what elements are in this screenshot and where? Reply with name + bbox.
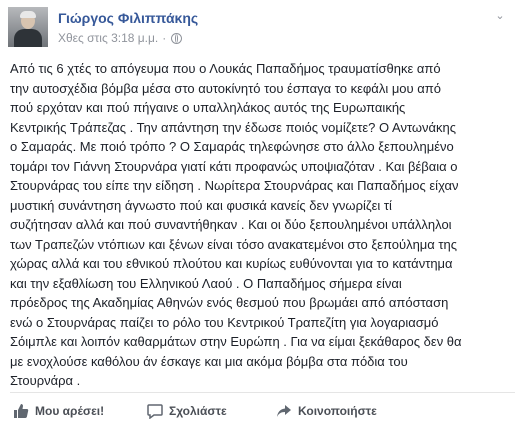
meta-separator: · [162, 31, 167, 45]
post-text-line: μυστική συνάντηση άγνωστο πού και φυσικά… [10, 197, 392, 213]
share-button[interactable]: Κοινοποιήστε [276, 400, 377, 422]
post-text-line: τομάρι τον Γιάννη Στουρνάρα γιατί κάτι π… [10, 158, 458, 174]
avatar[interactable] [8, 7, 48, 47]
like-button[interactable]: Μου αρέσει! [13, 400, 104, 422]
post-meta: Χθες στις 3:18 μ.μ. · [58, 31, 183, 45]
post-text-line: των Τραπεζών ντόπιων και ξένων είναι τόσ… [10, 236, 458, 252]
facebook-post: Γιώργος Φιλιππάκης Χθες στις 3:18 μ.μ. ·… [0, 0, 525, 431]
post-actions: Μου αρέσει! Σχολιάστε Κοινοποιήστε [10, 400, 515, 422]
post-text-line: και την εξαθλίωση του Ελληνικού Λαού . Ο… [10, 275, 402, 291]
avatar-hair [20, 11, 36, 18]
avatar-body [14, 29, 42, 47]
post-text-line: πρόεδρος της Ακαδημίας Αθηνών ενός θεσμο… [10, 295, 449, 310]
comment-button[interactable]: Σχολιάστε [147, 400, 227, 422]
post-text-line: Κεντρικής Τράπεζας . Την απάντηση την έδ… [10, 119, 457, 135]
post-text-line: την αυτοσχέδια βόμβα μέσα στο αυτοκίνητό… [10, 80, 441, 96]
divider [10, 392, 515, 393]
post-text-line: συζήτησαν αλλά και πού συναντήθηκαν . Κα… [10, 217, 452, 232]
author-name[interactable]: Γιώργος Φιλιππάκης [58, 10, 198, 26]
post-text-line: Στουρνάρας του είπε την είδηση . Νωρίτερ… [10, 178, 459, 193]
post-text-line: με ενοχλούσε καθόλου άν έσκαγε και μια α… [10, 353, 408, 369]
post-timestamp[interactable]: Χθες στις 3:18 μ.μ. [58, 31, 158, 45]
share-icon [277, 405, 291, 417]
comment-label: Σχολιάστε [169, 404, 227, 418]
post-text-line: χώρας αλλά και του εθνικού πλούτου και κ… [10, 256, 453, 271]
post-text-line: ενώ ο Στουρνάρας παίζει το ρόλο του Κεντ… [10, 314, 439, 330]
thumbs-up-icon [14, 404, 29, 418]
post-text-line: Στουρνάρα . [10, 373, 81, 388]
post-text-line: Σόιμπλε και λοιπόν καθαρμάτων στην Ευρώπ… [10, 334, 462, 349]
post-text: Από τις 6 χτές το απόγευμα που ο Λουκάς … [10, 59, 515, 391]
post-text-line: Από τις 6 χτές το απόγευμα που ο Λουκάς … [10, 61, 441, 76]
globe-icon[interactable] [171, 32, 183, 44]
post-text-line: πού ερχόταν και πού πήγαινε ο υπαλληλάκο… [10, 100, 406, 115]
share-label: Κοινοποιήστε [298, 404, 377, 418]
chevron-down-icon[interactable]: ⌄ [493, 10, 507, 22]
like-label: Μου αρέσει! [35, 404, 105, 418]
comment-icon [147, 404, 163, 419]
post-text-line: ο Σαμαράς. Με ποιό τρόπο ? Ο Σαμαράς τηλ… [10, 139, 454, 154]
